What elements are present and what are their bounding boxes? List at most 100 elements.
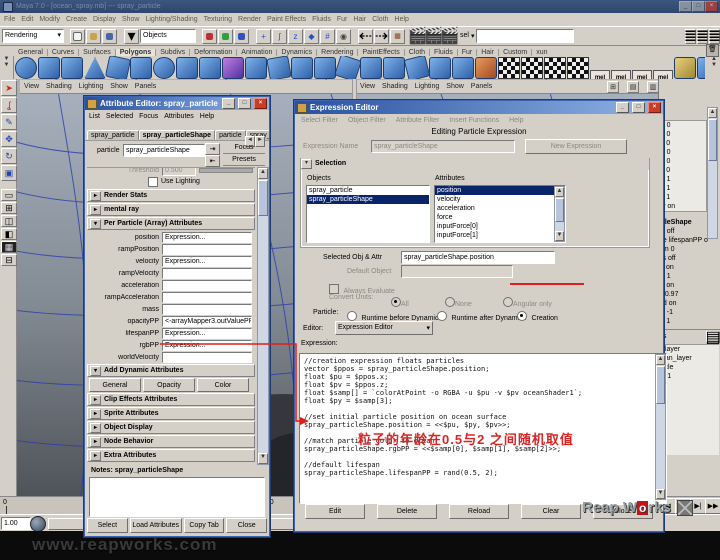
radio-icon[interactable] [347,311,357,321]
ee-menu-select-filter[interactable]: Select Filter [301,117,338,124]
paint-select-tool-icon[interactable]: ✎ [1,114,17,130]
channel-row[interactable]: ht 1 [659,272,720,281]
maximize-button[interactable]: □ [238,98,251,109]
maximize-button[interactable]: □ [692,1,705,12]
maximize-button[interactable]: □ [632,102,645,113]
layer-item[interactable]: ticle [659,363,719,372]
rotate-tool-icon[interactable]: ↻ [1,148,17,164]
shelf-tab[interactable]: Dynamics [277,49,317,56]
expression-scrollbar[interactable]: ▲ ▼ [655,354,666,500]
pp-attr-field[interactable] [162,280,252,291]
attribute-item-selected[interactable]: position [435,186,555,195]
snap-curve-icon[interactable]: ʃ [272,29,287,44]
select-object-icon[interactable] [218,29,233,44]
show-attribute-editor-icon[interactable]: ≣ [685,29,696,44]
pp-attr-field[interactable] [162,244,252,255]
minimize-button[interactable]: _ [222,98,235,109]
radio-icon[interactable] [517,311,527,321]
ee-menu-object-filter[interactable]: Object Filter [348,117,386,124]
pp-attr-field[interactable] [162,268,252,279]
section-extra-attributes[interactable]: ▸Extra Attributes [87,449,255,462]
channel-row[interactable]: Z 1 [660,193,706,202]
current-time-marker[interactable] [6,506,7,514]
section-object-display[interactable]: ▸Object Display [87,421,255,434]
panel-menu-view[interactable]: View [24,83,39,90]
selected-obj-attr-field[interactable]: spray_particleShape.position [401,251,555,264]
panel-menu-panels[interactable]: Panels [471,83,492,90]
shelf-tab[interactable]: Fluids [430,49,458,56]
load-attributes-button[interactable]: Load Attributes [130,518,182,533]
shelf-icon[interactable] [199,57,221,79]
ae-menu-selected[interactable]: Selected [106,113,133,120]
channel-row[interactable]: al 1 [659,317,720,326]
channel-row[interactable]: X 0 [660,121,706,130]
shelf-icon[interactable] [15,57,37,79]
pp-attr-field[interactable]: Expression... [162,328,252,339]
add-general-button[interactable]: General [89,378,141,392]
menu-paint-effects[interactable]: Paint Effects [267,16,306,23]
channel-row[interactable]: X 0 [660,148,706,157]
show-output-connections-icon[interactable]: ⇤ [205,155,220,167]
shelf-icon[interactable] [222,57,244,79]
pp-attr-field[interactable] [162,292,252,303]
shelf-right-arrows[interactable]: ▲▼ [708,56,720,79]
shelf-tab[interactable]: Deformation [190,49,237,56]
focus-button[interactable]: Focus [223,143,265,154]
mel-script-icon[interactable]: melMLS [632,70,652,79]
shelf-icon[interactable] [360,57,382,79]
menu-fluids[interactable]: Fluids [312,16,331,23]
shelf-left-arrows[interactable]: ▼▼ [0,56,14,79]
object-item[interactable]: spray_particle [307,186,429,195]
collapse-icon[interactable]: ▾ [90,366,101,376]
ipr-render-icon[interactable]: ▦ [390,29,405,44]
shelf-icon[interactable] [429,57,451,79]
shelf-tab[interactable]: Hair [477,49,499,56]
lasso-tool-icon[interactable]: ʆ [1,97,17,113]
copy-tab-button[interactable]: Copy Tab [184,518,225,533]
ae-menu-list[interactable]: List [89,113,100,120]
layout-four-icon[interactable]: ⊞ [1,202,17,214]
shelf-tab[interactable]: PaintEffects [358,49,404,56]
snap-point-icon[interactable]: z [288,29,303,44]
show-tool-settings-icon[interactable]: ≣ [697,29,708,44]
render-flag-icon[interactable] [521,57,543,79]
section-add-dynamic[interactable]: ▾Add Dynamic Attributes [87,364,255,377]
add-opacity-button[interactable]: Opacity [143,378,195,392]
shelf-icon[interactable] [153,57,175,79]
channel-row[interactable]: e 0.97 [659,290,720,299]
shelf-icon[interactable] [314,57,336,79]
reload-button[interactable]: Reload [449,504,509,519]
expression-editor-titlebar[interactable]: Expression Editor _ □ × [295,101,663,114]
shelf-icon[interactable] [383,57,405,79]
ae-menu-help[interactable]: Help [200,113,214,120]
section-node-behavior[interactable]: ▸Node Behavior [87,435,255,448]
ee-menu-attribute-filter[interactable]: Attribute Filter [396,117,440,124]
shelf-tab-active[interactable]: Polygons [116,49,157,56]
close-button[interactable]: Close [226,518,267,533]
save-scene-icon[interactable] [102,29,117,44]
collapse-icon[interactable]: ▾ [301,159,312,169]
shelf-icon[interactable] [697,57,705,79]
panel-grid-icon[interactable]: ▤ [627,81,639,93]
new-layer-icon[interactable]: ▤ [706,331,720,343]
panel-menu-lighting[interactable]: Lighting [79,83,104,90]
ee-menu-help[interactable]: Help [509,117,523,124]
attributes-scrollbar[interactable]: ▲ ▼ [554,186,565,242]
attribute-item[interactable]: inputForce[0] [435,222,565,231]
attributes-list[interactable]: position velocity acceleration force inp… [434,185,566,243]
go-to-end-button[interactable]: ▶▶ [705,498,720,514]
menu-texturing[interactable]: Texturing [204,16,232,23]
channel-row[interactable]: ty on [660,202,706,211]
attribute-editor-scrollbar[interactable]: ▲ ▼ [257,167,269,465]
pp-attr-field[interactable]: Expression... [162,256,252,267]
layer-item[interactable]: er1 [659,372,719,381]
collapse-icon[interactable]: ▾ [90,219,101,229]
channel-row[interactable]: Y 0 [660,157,706,166]
quick-selection-input[interactable] [476,29,574,43]
layout-hypergraph-icon[interactable]: ▦ [1,241,17,253]
clear-button[interactable]: Clear [521,504,581,519]
runtime-after-radio[interactable]: Runtime after Dynamics [437,307,526,325]
section-sprite[interactable]: ▸Sprite Attributes [87,407,255,420]
attribute-editor-titlebar[interactable]: Attribute Editor: spray_particle _ □ × [85,97,269,110]
select-component-icon[interactable] [234,29,249,44]
